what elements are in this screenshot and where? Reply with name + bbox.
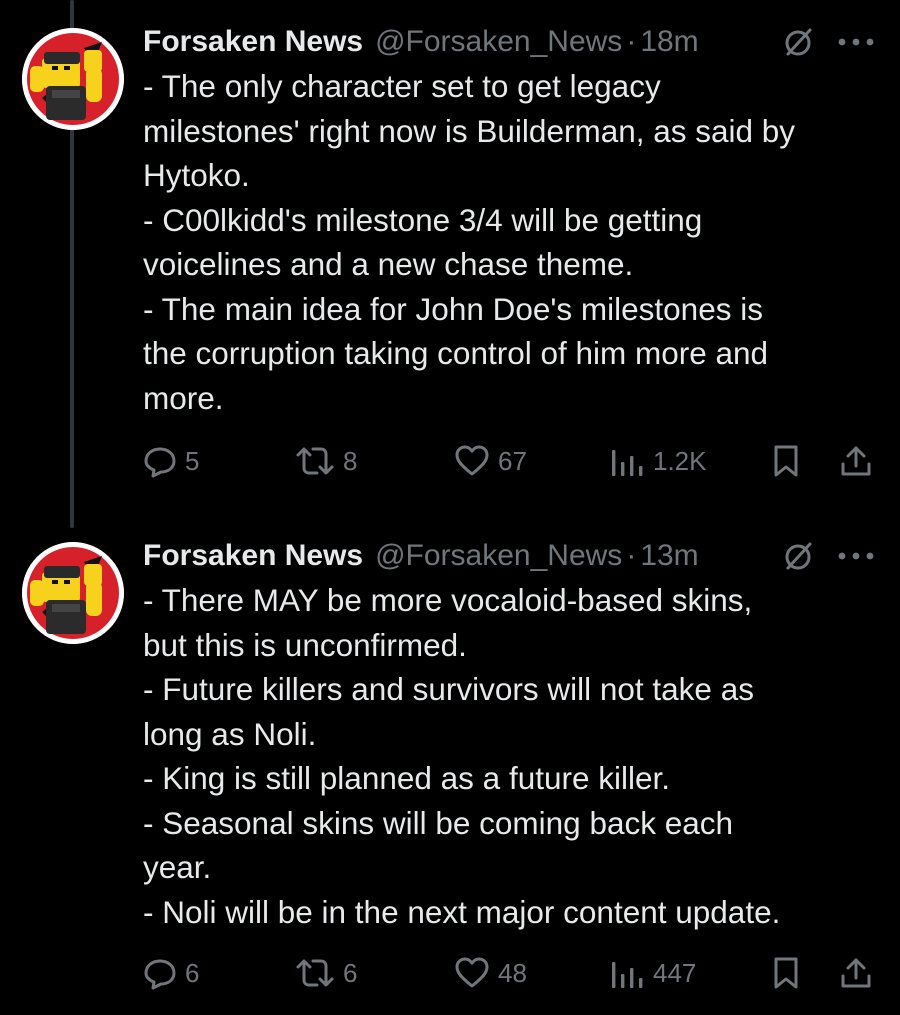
tweet-text-line: - King is still planned as a future kill…: [143, 760, 671, 796]
action-bar: 6 6 48 447: [143, 953, 878, 993]
repost-icon: [296, 959, 334, 987]
tweet-text-line: long as Noli.: [143, 715, 317, 752]
like-button[interactable]: 67: [454, 441, 527, 481]
repost-button[interactable]: 8: [295, 441, 357, 481]
tweet-text: - There MAY be more vocaloid-based skins…: [143, 578, 878, 934]
avatar[interactable]: [22, 542, 124, 644]
tweet-text-line: - The main idea for John Doe's milestone…: [143, 290, 763, 327]
tweet-text-line: - Future killers and survivors will not …: [143, 671, 754, 707]
views-count: 1.2K: [653, 445, 707, 476]
reply-button[interactable]: 5: [143, 441, 199, 481]
bookmark-icon: [774, 957, 798, 989]
share-icon: [841, 958, 871, 988]
separator: ·: [626, 539, 637, 572]
avatar[interactable]: [22, 28, 124, 130]
author-handle[interactable]: @Forsaken_News: [375, 539, 622, 573]
tweet-text-line: Hytoko.: [143, 157, 250, 193]
repost-button[interactable]: 6: [295, 953, 357, 993]
grok-icon[interactable]: [779, 536, 819, 576]
timestamp[interactable]: 18m: [640, 25, 698, 59]
separator: ·: [626, 25, 637, 58]
reply-count: 5: [185, 445, 200, 476]
views-icon: [612, 450, 643, 476]
tweet-text-line: - Noli will be in the next major content…: [143, 893, 781, 930]
tweet-text-line: - The only character set to get legacy: [143, 68, 661, 104]
like-icon: [455, 445, 489, 476]
views-count: 447: [653, 957, 697, 988]
views-button[interactable]: 1.2K: [609, 441, 707, 481]
repost-count: 6: [343, 957, 358, 988]
author-name[interactable]: Forsaken News: [143, 539, 363, 573]
more-icon[interactable]: [833, 22, 879, 62]
like-count: 48: [498, 957, 527, 988]
tweet-text-line: year.: [143, 849, 212, 885]
action-bar: 5 8 67 1.2K: [143, 441, 878, 481]
tweet-text-line: - C00lkidd's milestone 3/4 will be getti…: [143, 201, 703, 238]
bookmark-button[interactable]: [771, 441, 801, 481]
repost-count: 8: [343, 445, 358, 476]
like-button[interactable]: 48: [454, 953, 527, 993]
reply-count: 6: [185, 957, 200, 988]
more-icon[interactable]: [833, 536, 879, 576]
repost-icon: [296, 447, 334, 475]
share-button[interactable]: [839, 441, 873, 481]
tweet-text-line: more.: [143, 379, 224, 416]
bookmark-button[interactable]: [771, 953, 801, 993]
tweet-text-line: voicelines and a new chase theme.: [143, 246, 634, 282]
tweet-header: Forsaken News @Forsaken_News · 18m: [143, 18, 878, 66]
tweet-text-line: - Seasonal skins will be coming back eac…: [143, 804, 734, 841]
views-button[interactable]: 447: [609, 953, 696, 993]
share-icon: [841, 446, 871, 476]
share-button[interactable]: [839, 953, 873, 993]
tweet-text-line: milestones' right now is Builderman, as …: [143, 112, 796, 149]
timestamp[interactable]: 13m: [640, 539, 698, 573]
views-icon: [612, 962, 643, 988]
like-count: 67: [498, 445, 527, 476]
author-name[interactable]: Forsaken News: [143, 25, 363, 59]
tweet-text-line: the corruption taking control of him mor…: [143, 335, 769, 371]
tweet-text: - The only character set to get legacy m…: [143, 64, 878, 420]
reply-icon: [144, 447, 176, 478]
bookmark-icon: [774, 445, 798, 477]
reply-icon: [144, 959, 176, 990]
author-handle[interactable]: @Forsaken_News: [375, 25, 622, 59]
reply-button[interactable]: 6: [143, 953, 199, 993]
tweet-header: Forsaken News @Forsaken_News · 13m: [143, 532, 878, 580]
grok-icon[interactable]: [779, 22, 819, 62]
like-icon: [455, 957, 489, 988]
tweet-text-line: - There MAY be more vocaloid-based skins…: [143, 582, 753, 618]
tweet-text-line: but this is unconfirmed.: [143, 626, 467, 663]
